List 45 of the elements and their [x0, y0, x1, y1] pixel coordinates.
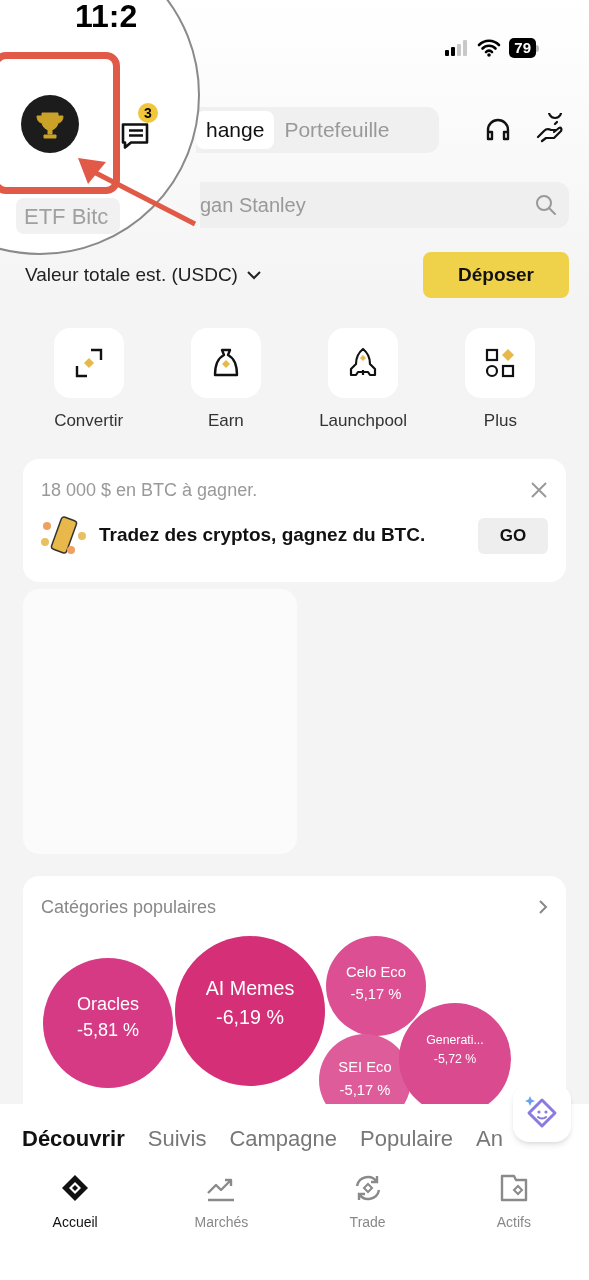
- search-field[interactable]: ETF Bitc: [16, 198, 120, 234]
- nav-tab[interactable]: Accueil: [2, 1171, 149, 1233]
- category-bubble[interactable]: AI Memes -6,19 %: [175, 935, 325, 1086]
- shortcut-label: Convertir: [54, 410, 124, 432]
- battery-indicator: 79: [509, 38, 536, 58]
- search-placeholder: gan Stanley: [200, 193, 306, 218]
- search-field[interactable]: gan Stanley: [200, 182, 569, 228]
- header-tab[interactable]: Portefeuille: [274, 111, 400, 149]
- feed-tab[interactable]: Suivis: [147, 1122, 207, 1155]
- shortcut-label: Earn: [207, 410, 244, 432]
- phone-coins-illustration: [41, 515, 87, 556]
- header-tab[interactable]: hange: [196, 111, 275, 149]
- feed-tab[interactable]: An: [476, 1122, 503, 1155]
- wifi-icon: [477, 39, 502, 57]
- go-button[interactable]: GO: [478, 517, 548, 554]
- chevron-down-icon: [245, 270, 262, 280]
- assistant-button[interactable]: [513, 1083, 571, 1142]
- close-icon[interactable]: [530, 481, 548, 499]
- shortcut-button[interactable]: [190, 328, 261, 398]
- shortcut-button[interactable]: [465, 328, 536, 398]
- shortcut-label: Launchpool: [319, 410, 408, 432]
- shortcut-label: Plus: [483, 410, 517, 432]
- balance-currency-selector[interactable]: Valeur totale est. (USDC): [20, 260, 262, 290]
- category-bubble[interactable]: SEI Eco -5,17 %: [319, 1033, 411, 1104]
- search-icon: [535, 194, 557, 216]
- status-time: 11:2: [75, 0, 138, 32]
- shortcut-button[interactable]: [328, 328, 399, 398]
- nav-tab[interactable]: Actifs: [440, 1171, 587, 1233]
- deposit-button[interactable]: Déposer: [423, 252, 569, 298]
- search-placeholder: ETF Bitc: [24, 202, 109, 231]
- category-bubble[interactable]: Generati... -5,72 %: [399, 1002, 511, 1104]
- feed-tab[interactable]: Populaire: [360, 1122, 453, 1155]
- category-bubble[interactable]: Celo Eco -5,17 %: [326, 935, 426, 1036]
- chevron-right-icon[interactable]: [538, 899, 548, 915]
- avatar[interactable]: [21, 95, 79, 153]
- grid-icon: [484, 347, 517, 379]
- feed-tab[interactable]: Découvrir: [22, 1122, 125, 1155]
- promo-text: Tradez des cryptos, gagnez du BTC.: [99, 523, 427, 548]
- nav-tab[interactable]: Marchés: [148, 1171, 295, 1233]
- nav-tab[interactable]: Trade: [294, 1171, 441, 1233]
- category-bubble[interactable]: Oracles -5,81 %: [43, 957, 173, 1088]
- categories-title: Catégories populaires: [41, 895, 217, 919]
- signal-icon: [445, 40, 470, 56]
- feed-tab[interactable]: Campagne: [229, 1122, 338, 1155]
- promo-headline: 18 000 $ en BTC à gagner.: [41, 478, 258, 502]
